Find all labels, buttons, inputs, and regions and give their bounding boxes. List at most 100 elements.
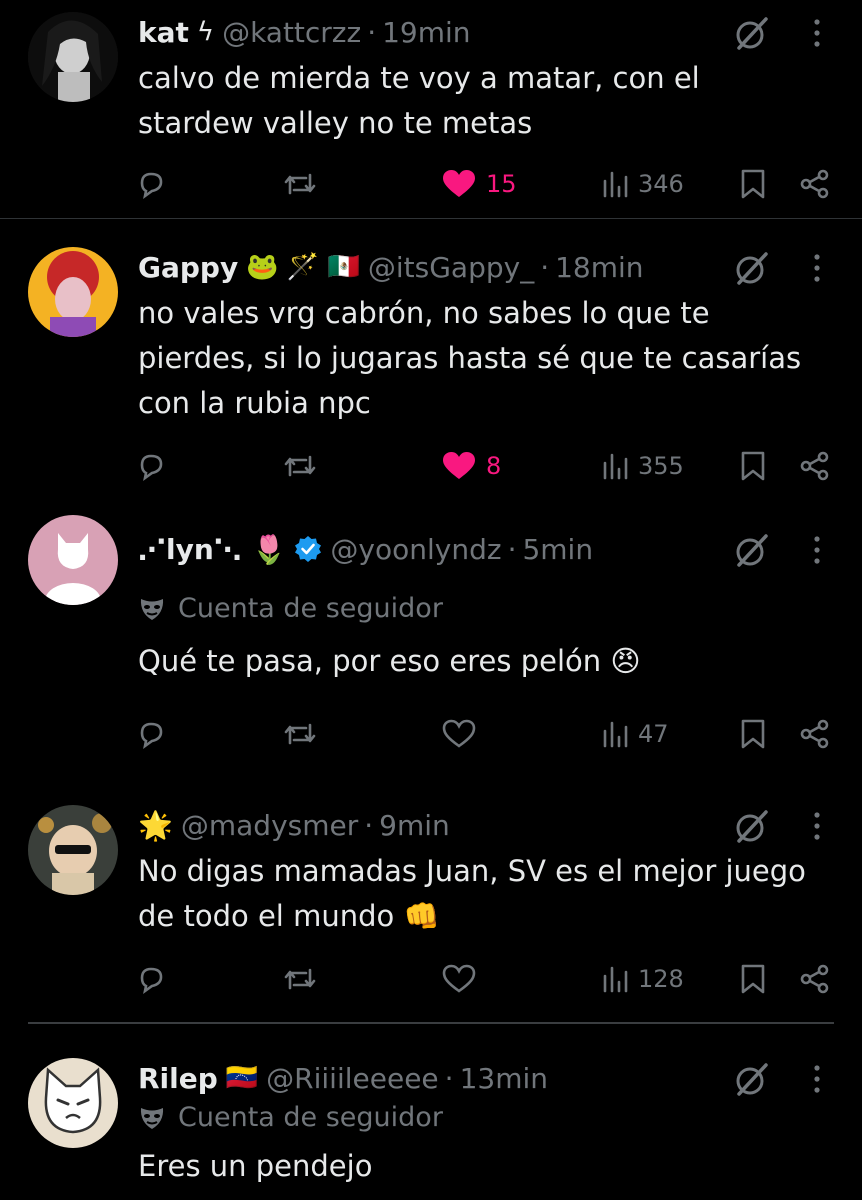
bookmark-button[interactable]	[740, 446, 766, 486]
more-icon[interactable]	[805, 251, 829, 285]
handle[interactable]: @kattcrzz	[222, 16, 361, 49]
grok-icon[interactable]	[733, 249, 771, 287]
separator: ·	[507, 532, 517, 566]
retweet-button[interactable]	[282, 714, 318, 754]
grok-icon[interactable]	[733, 14, 771, 52]
retweet-button[interactable]	[282, 446, 318, 486]
reply-button[interactable]	[136, 446, 166, 486]
timestamp[interactable]: 9min	[379, 809, 450, 842]
tweet-text: Qué te pasa, por eso eres pelón 😠	[138, 639, 838, 684]
reply-button[interactable]	[136, 714, 166, 754]
views-button[interactable]: 47	[602, 714, 669, 754]
reply-icon	[140, 172, 163, 199]
timestamp[interactable]: 5min	[522, 533, 593, 566]
grok-icon[interactable]	[733, 807, 771, 845]
heart-icon	[442, 964, 476, 993]
views-button[interactable]: 355	[602, 446, 684, 486]
bookmark-icon	[741, 451, 765, 481]
like-button[interactable]	[442, 714, 476, 754]
avatar[interactable]	[28, 1058, 118, 1148]
share-button[interactable]	[800, 446, 830, 486]
views-button[interactable]: 128	[602, 959, 684, 999]
grok-icon[interactable]	[733, 531, 771, 569]
like-button[interactable]	[442, 959, 476, 999]
follower-label: Cuenta de seguidor	[138, 593, 443, 624]
share-icon	[800, 719, 829, 749]
reply-icon	[140, 967, 163, 994]
views-icon	[603, 966, 628, 993]
view-count: 128	[638, 965, 684, 993]
display-name[interactable]: kat	[138, 16, 189, 49]
tweet-line: con la rubia npc	[138, 386, 371, 420]
timestamp[interactable]: 13min	[460, 1062, 548, 1095]
handle[interactable]: @madysmer	[181, 809, 358, 842]
tweet-text: calvo de mierda te voy a matar, con el s…	[138, 56, 838, 146]
share-button[interactable]	[800, 714, 830, 754]
heart-icon	[443, 452, 475, 479]
retweet-icon	[284, 968, 316, 990]
tweet-line: pierdes, si lo jugaras hasta sé que te c…	[138, 341, 802, 375]
tweet-text: no vales vrg cabrón, no sabes lo que te …	[138, 291, 838, 426]
handle[interactable]: @itsGappy_	[368, 251, 534, 284]
views-button[interactable]: 346	[602, 164, 684, 204]
share-button[interactable]	[800, 959, 830, 999]
like-button[interactable]: 15	[442, 164, 517, 204]
more-icon[interactable]	[805, 16, 829, 50]
heart-icon	[442, 719, 476, 748]
avatar[interactable]	[28, 12, 118, 102]
verified-icon	[295, 536, 322, 562]
tweet-lyn[interactable]: ⋰lyn⋱ 🌷 @yoonlyndz · 5min Cuenta de segu…	[0, 509, 862, 787]
tweet-line: no vales vrg cabrón, no sabes lo que te	[138, 296, 710, 330]
tweet-kat[interactable]: kat ϟ @kattcrzz · 19min calvo de mierda …	[0, 0, 862, 218]
tweet-line: Qué te pasa, por eso eres pelón 😠	[138, 644, 641, 678]
grok-icon[interactable]	[733, 1060, 771, 1098]
timestamp[interactable]: 19min	[382, 16, 470, 49]
timestamp[interactable]: 18min	[555, 251, 643, 284]
tweet-madysmer[interactable]: 🌟 @madysmer · 9min No digas mamadas Juan…	[0, 787, 862, 1022]
heart-icon	[443, 170, 475, 197]
retweet-button[interactable]	[282, 164, 318, 204]
avatar[interactable]	[28, 805, 118, 895]
retweet-button[interactable]	[282, 959, 318, 999]
bookmark-button[interactable]	[740, 714, 766, 754]
tweet-gappy[interactable]: Gappy 🐸 🪄 🇲🇽 @itsGappy_ · 18min no vales…	[0, 219, 862, 509]
more-icon[interactable]	[805, 533, 829, 567]
avatar[interactable]	[28, 515, 118, 605]
handle[interactable]: @Riiiileeeee	[266, 1062, 438, 1095]
bookmark-icon	[741, 964, 765, 994]
avatar[interactable]	[28, 247, 118, 337]
views-icon	[603, 721, 628, 748]
separator: ·	[540, 250, 550, 284]
tweet-rilep[interactable]: Rilep 🇻🇪 @Riiiileeeee · 13min Cuenta de …	[0, 1040, 862, 1200]
reply-icon	[140, 722, 163, 749]
separator: ·	[364, 808, 374, 842]
action-bar: 47	[136, 714, 836, 754]
share-icon	[800, 169, 829, 199]
tweet-line: de todo el mundo 👊	[138, 899, 440, 933]
mask-icon	[140, 1107, 164, 1129]
bookmark-button[interactable]	[740, 959, 766, 999]
share-icon	[800, 964, 829, 994]
display-name[interactable]: Rilep	[138, 1062, 218, 1095]
handle[interactable]: @yoonlyndz	[330, 533, 501, 566]
like-button[interactable]: 8	[442, 446, 501, 486]
display-name[interactable]: Gappy	[138, 251, 238, 284]
separator: ·	[444, 1061, 454, 1095]
bookmark-icon	[741, 719, 765, 749]
action-bar: 128	[136, 959, 836, 999]
reply-button[interactable]	[136, 959, 166, 999]
follower-label: Cuenta de seguidor	[138, 1102, 443, 1133]
tweet-line: No digas mamadas Juan, SV es el mejor ju…	[138, 854, 806, 888]
share-button[interactable]	[800, 164, 830, 204]
like-count: 15	[486, 170, 517, 198]
reply-button[interactable]	[136, 164, 166, 204]
display-name[interactable]: ⋰lyn⋱ 🌷	[138, 533, 286, 566]
more-icon[interactable]	[805, 809, 829, 843]
like-count: 8	[486, 452, 502, 480]
more-icon[interactable]	[805, 1062, 829, 1096]
display-name[interactable]: 🌟	[138, 809, 173, 842]
separator: ·	[367, 15, 377, 49]
bookmark-icon	[741, 169, 765, 199]
bookmark-button[interactable]	[740, 164, 766, 204]
tweet-line: stardew valley no te metas	[138, 106, 533, 140]
